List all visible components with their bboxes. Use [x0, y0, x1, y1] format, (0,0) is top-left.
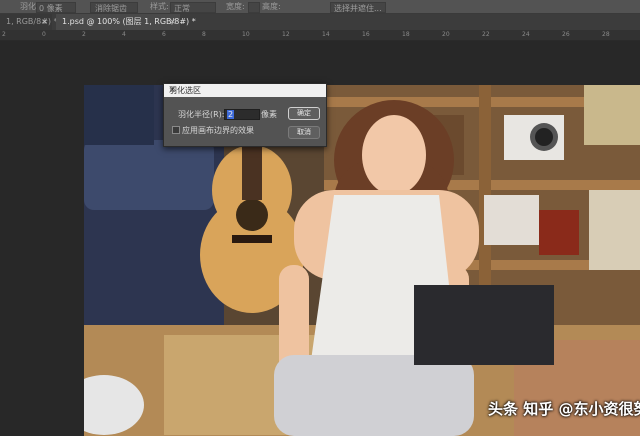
tab-document-previous[interactable]: 1, RGB/8#) * × — [0, 14, 58, 30]
close-icon[interactable]: ✕ — [169, 85, 321, 94]
ruler-tick: 26 — [562, 31, 570, 38]
style-label: 样式: — [150, 2, 169, 11]
document-tab-bar: 1, RGB/8#) * × 1.psd @ 100% (图层 1, RGB/8… — [0, 14, 640, 30]
ruler-tick: 12 — [282, 31, 290, 38]
ruler-tick: 14 — [322, 31, 330, 38]
height-label: 高度: — [262, 2, 281, 11]
swap-icon[interactable] — [248, 2, 260, 13]
ruler-tick: 24 — [522, 31, 530, 38]
close-icon[interactable]: × — [169, 14, 176, 30]
feather-input[interactable]: 0 像素 — [36, 2, 76, 13]
ruler-tick: 2 — [2, 31, 6, 38]
width-label: 宽度: — [226, 2, 245, 11]
ruler-tick: 4 — [122, 31, 126, 38]
dialog-title-bar[interactable]: 羽化选区 ✕ — [164, 84, 326, 97]
cancel-button[interactable]: 取消 — [288, 126, 320, 139]
select-mask-button[interactable]: 选择并遮住... — [330, 2, 386, 13]
ruler-tick: 28 — [602, 31, 610, 38]
antialias-checkbox[interactable]: 消除锯齿 — [90, 2, 138, 13]
feather-radius-label: 羽化半径(R): — [178, 110, 225, 119]
horizontal-ruler[interactable]: 2 0 2 4 6 8 10 12 14 16 18 20 22 24 26 2… — [0, 30, 640, 41]
ruler-tick: 10 — [242, 31, 250, 38]
feather-selection-dialog: 羽化选区 ✕ 羽化半径(R): 2 像素 应用画布边界的效果 确定 取消 — [163, 83, 327, 147]
ruler-tick: 8 — [202, 31, 206, 38]
ruler-tick: 20 — [442, 31, 450, 38]
unit-label: 像素 — [261, 110, 277, 119]
ruler-tick: 0 — [42, 31, 46, 38]
apply-canvas-bounds-label: 应用画布边界的效果 — [182, 126, 254, 135]
ok-button[interactable]: 确定 — [288, 107, 320, 120]
options-bar: 羽化: 0 像素 消除锯齿 样式: 正常 宽度: 高度: 选择并遮住... — [0, 0, 640, 14]
ruler-tick: 22 — [482, 31, 490, 38]
style-select[interactable]: 正常 — [170, 2, 216, 13]
watermark-text: 头条 知乎 @东小资很努力 — [488, 400, 640, 418]
apply-canvas-bounds-checkbox[interactable] — [172, 126, 180, 134]
feather-radius-input[interactable]: 2 — [224, 109, 260, 120]
ruler-tick: 6 — [162, 31, 166, 38]
ruler-tick: 16 — [362, 31, 370, 38]
close-icon[interactable]: × — [41, 14, 48, 30]
ruler-tick: 18 — [402, 31, 410, 38]
tab-label: 1, RGB/8#) * — [6, 17, 58, 26]
ruler-tick: 2 — [82, 31, 86, 38]
tab-document-active[interactable]: 1.psd @ 100% (图层 1, RGB/8#) * × — [56, 14, 196, 30]
